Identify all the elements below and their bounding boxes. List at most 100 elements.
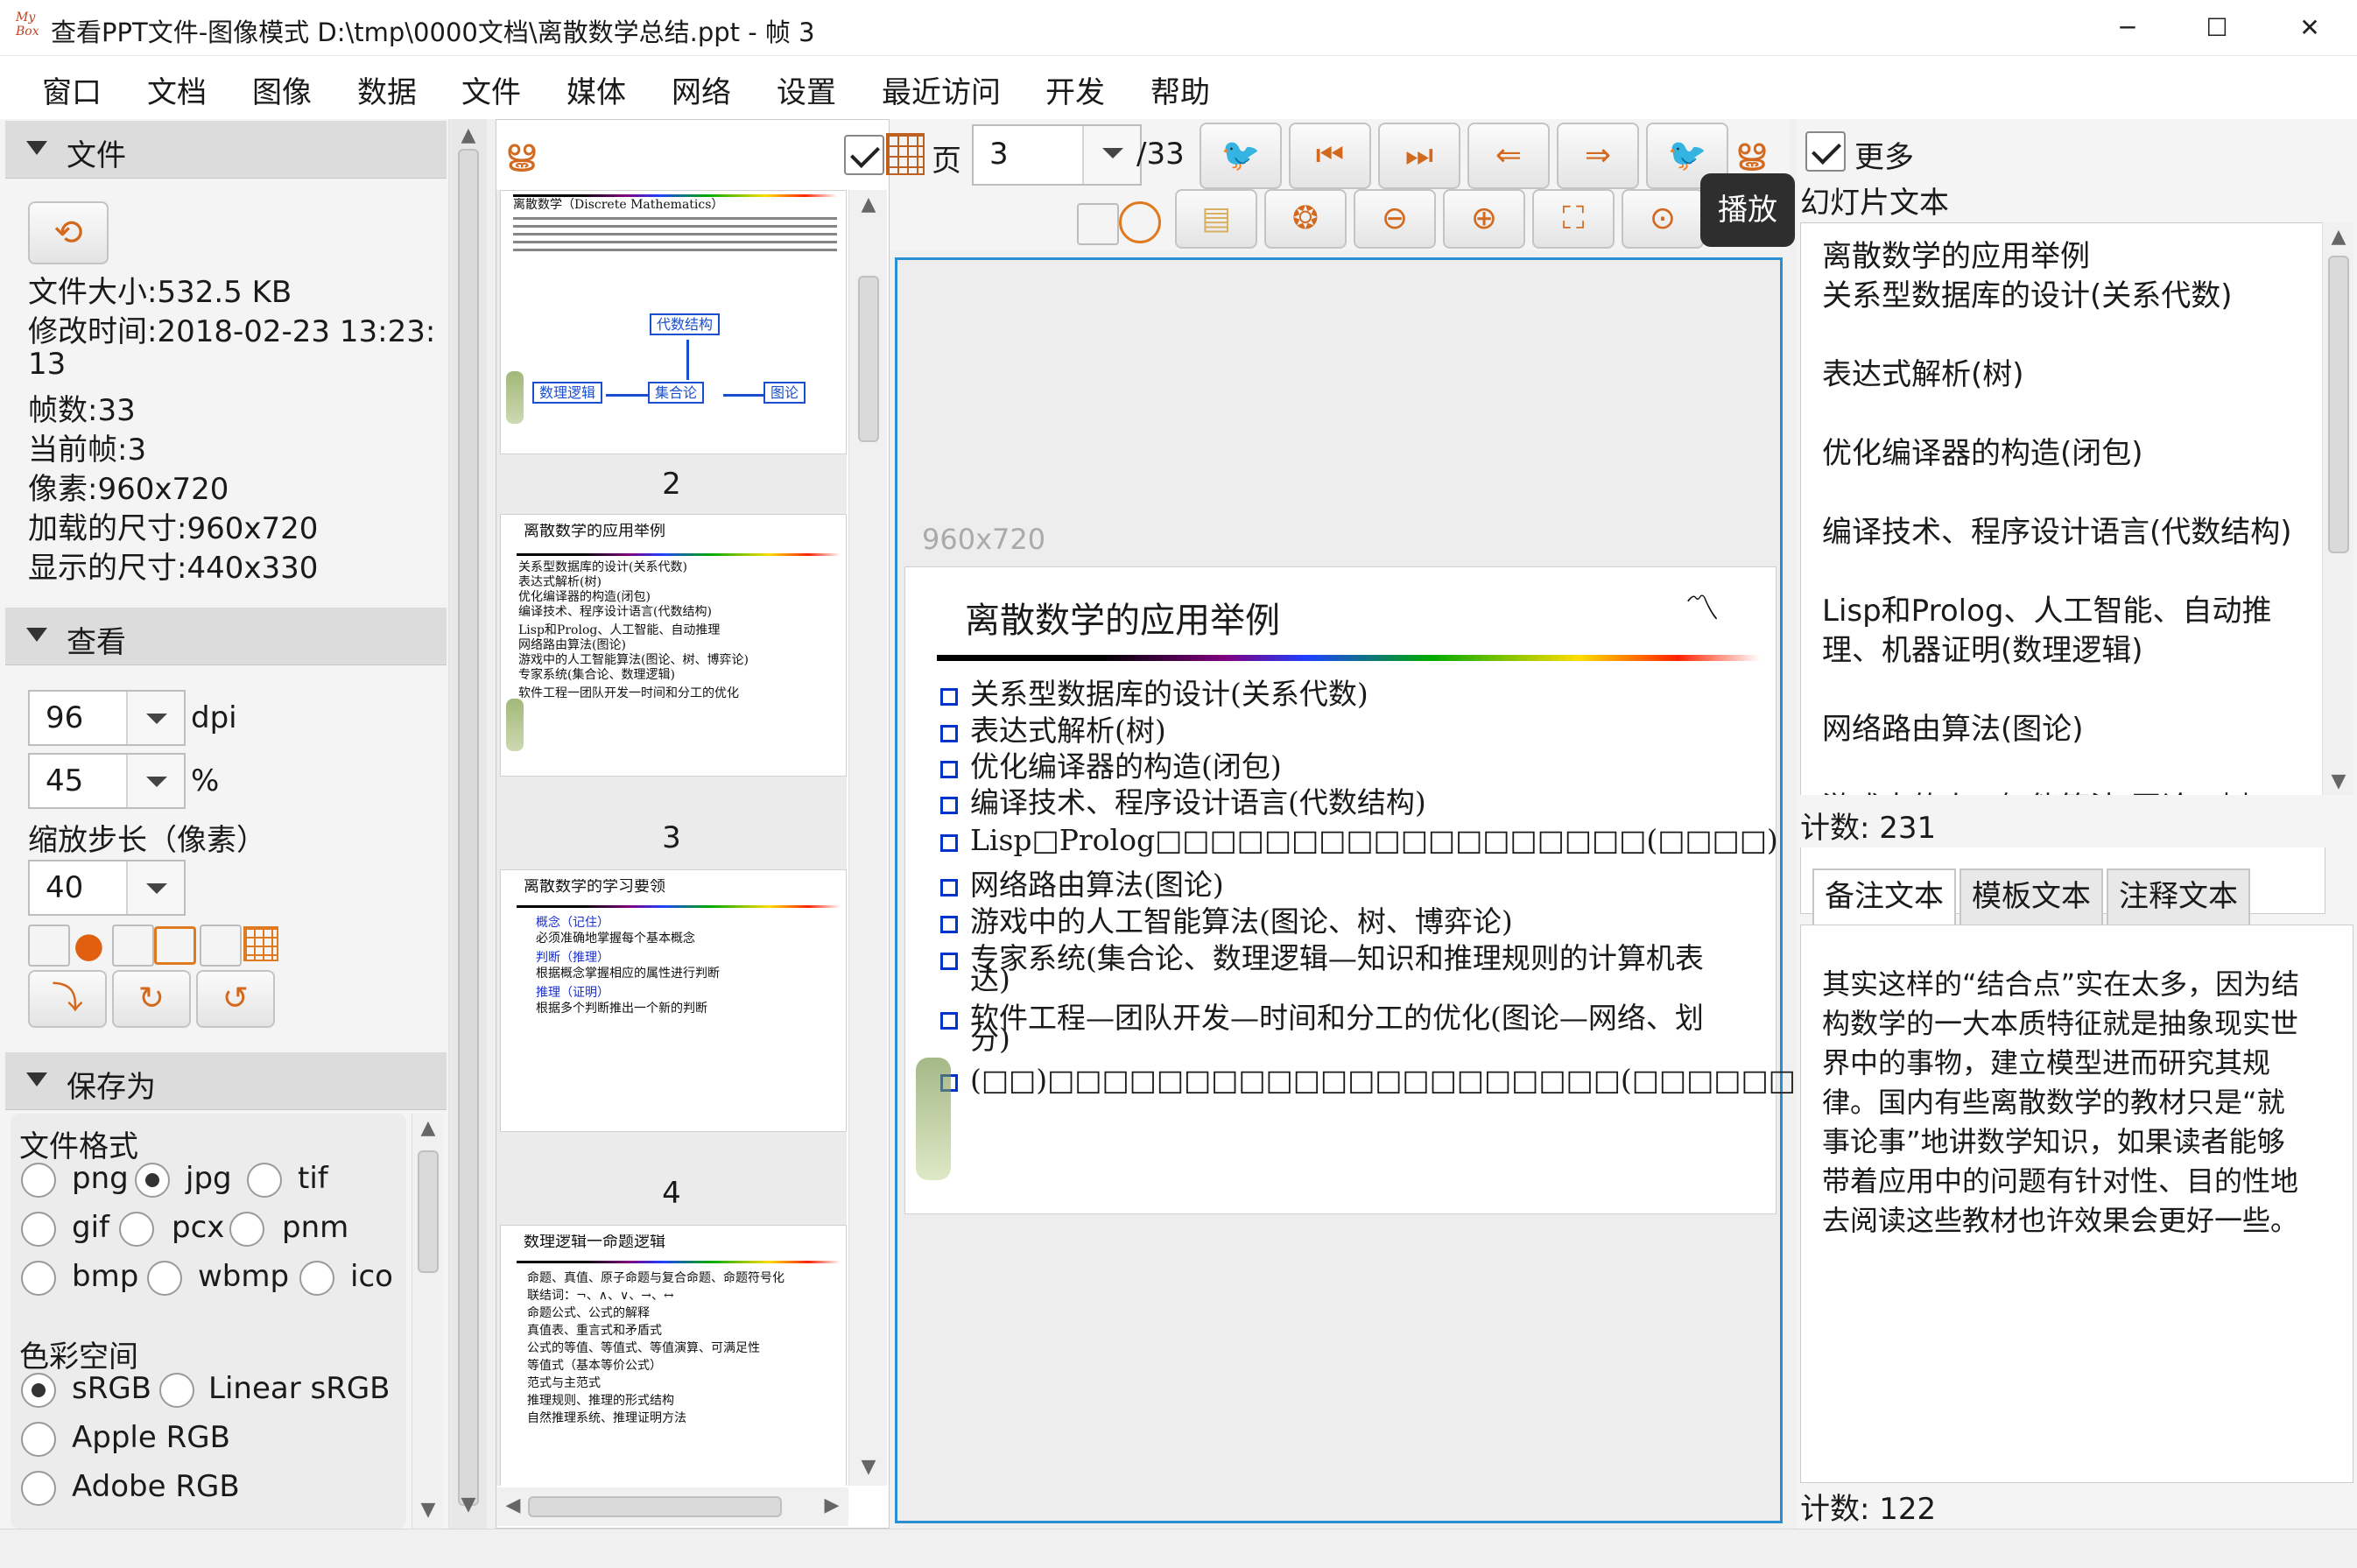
thumbnail-scrollbar-h[interactable]: ◀ ▶ bbox=[496, 1487, 848, 1526]
settings-wheel-button[interactable]: ❂ bbox=[1264, 189, 1347, 249]
chevron-down-icon[interactable] bbox=[126, 861, 184, 914]
notes-count: 计数: 122 bbox=[1800, 1492, 1937, 1527]
colorspace-linear-srgb-radio[interactable] bbox=[159, 1373, 194, 1408]
thumbnail-slide-2[interactable]: 离散数学的应用举例 关系型数据库的设计(关系代数) 表达式解析(树) 优化编译器… bbox=[500, 514, 847, 777]
scroll-down-icon[interactable]: ▼ bbox=[455, 1494, 482, 1515]
note-button[interactable]: ▤ bbox=[1175, 189, 1257, 249]
grid-icon[interactable] bbox=[243, 926, 278, 961]
format-jpg-radio[interactable] bbox=[135, 1163, 170, 1198]
notes-text-area[interactable]: 其实这样的“结合点”实在太多，因为结 构数学的一大本质特征就是抽象现实世 界中的… bbox=[1800, 925, 2353, 1483]
save-scrollbar[interactable]: ▲ ▼ bbox=[412, 1114, 443, 1529]
scroll-thumb[interactable] bbox=[418, 1150, 439, 1273]
menu-media[interactable]: 媒体 bbox=[566, 68, 626, 111]
option-checkbox[interactable] bbox=[112, 925, 154, 967]
scroll-up-icon[interactable]: ▲ bbox=[455, 124, 482, 146]
format-bmp-radio[interactable] bbox=[21, 1261, 56, 1296]
menu-help[interactable]: 帮助 bbox=[1150, 68, 1210, 111]
play-snail-icon[interactable]: ൠ bbox=[1735, 131, 1777, 179]
view-section-header[interactable]: 查看 bbox=[5, 608, 447, 665]
menu-settings[interactable]: 设置 bbox=[777, 68, 836, 111]
menu-recent[interactable]: 最近访问 bbox=[882, 68, 1001, 111]
thumbnail-slide-4[interactable]: 数理逻辑一命题逻辑 命题、真值、原子命题与复合命题、命题符号化 联结词：¬、∧、… bbox=[500, 1225, 847, 1486]
thumbnail-scrollbar-v[interactable]: ▲ ▼ bbox=[848, 190, 887, 1486]
colorspace-adobe-label: Adobe RGB bbox=[72, 1469, 240, 1504]
image-viewer[interactable]: 960x720 离散数学的应用举例 〽 关系型数据库的设计(关系代数) 表达式解… bbox=[895, 257, 1861, 1523]
format-gif-radio[interactable] bbox=[21, 1212, 56, 1247]
chevron-down-icon[interactable] bbox=[126, 755, 184, 807]
file-open-button[interactable]: ⟲ bbox=[28, 201, 109, 264]
format-wbmp-radio[interactable] bbox=[147, 1261, 182, 1296]
option-checkbox[interactable] bbox=[200, 925, 242, 967]
rotate-right-button[interactable]: ↻ bbox=[112, 970, 191, 1028]
rotate-down-button[interactable]: ⤵ bbox=[28, 970, 107, 1028]
thumbnail-grid-icon[interactable] bbox=[886, 133, 925, 175]
scroll-right-icon[interactable]: ▶ bbox=[819, 1494, 845, 1516]
scroll-up-icon[interactable]: ▲ bbox=[2325, 226, 2352, 248]
menu-document[interactable]: 文档 bbox=[147, 68, 207, 111]
last-page-button[interactable]: ⏭ bbox=[1378, 123, 1460, 189]
chevron-down-icon[interactable] bbox=[1082, 126, 1140, 184]
thumbnail-slide-1[interactable]: 离散数学（Discrete Mathematics） 代数结构 数理逻辑 集合论… bbox=[500, 190, 847, 454]
zoom-in-button[interactable]: ⊕ bbox=[1443, 189, 1525, 249]
format-png-radio[interactable] bbox=[21, 1163, 56, 1198]
menu-file[interactable]: 文件 bbox=[461, 68, 521, 111]
scroll-thumb[interactable] bbox=[858, 276, 879, 442]
maximize-button[interactable]: ☐ bbox=[2170, 0, 2264, 56]
next-page-button[interactable]: ⇒ bbox=[1557, 123, 1639, 189]
file-section-header[interactable]: 文件 bbox=[5, 121, 447, 179]
minimize-button[interactable]: ─ bbox=[2080, 0, 2175, 56]
zoom-combo[interactable]: 45 bbox=[28, 753, 186, 809]
menu-develop[interactable]: 开发 bbox=[1045, 68, 1105, 111]
menu-network[interactable]: 网络 bbox=[672, 68, 731, 111]
slide-bullet: Lisp□Prolog□□□□□□□□□□□□□□□□□□(□□□□) bbox=[940, 823, 1778, 857]
target-icon[interactable] bbox=[1119, 201, 1161, 243]
close-button[interactable]: ✕ bbox=[2262, 0, 2357, 56]
format-pnm-radio[interactable] bbox=[229, 1212, 264, 1247]
scroll-thumb[interactable] bbox=[458, 149, 479, 1506]
scroll-down-icon[interactable]: ▼ bbox=[415, 1499, 441, 1521]
arrow-left-icon: ⇐ bbox=[1495, 137, 1523, 173]
tab-template[interactable]: 模板文本 bbox=[1959, 868, 2103, 926]
location-pin-icon[interactable]: ● bbox=[74, 925, 105, 967]
scroll-thumb[interactable] bbox=[2328, 256, 2349, 553]
previous-page-button[interactable]: ⇐ bbox=[1467, 123, 1550, 189]
actual-size-button[interactable]: ⊙ bbox=[1622, 189, 1704, 249]
format-ico-radio[interactable] bbox=[299, 1261, 334, 1296]
scroll-up-icon[interactable]: ▲ bbox=[415, 1117, 441, 1139]
format-tif-radio[interactable] bbox=[247, 1163, 282, 1198]
zoom-step-combo[interactable]: 40 bbox=[28, 860, 186, 916]
snail-logo-icon[interactable]: ൠ bbox=[505, 132, 549, 179]
menu-window[interactable]: 窗口 bbox=[42, 68, 102, 111]
scroll-thumb[interactable] bbox=[528, 1496, 782, 1517]
first-page-button[interactable]: ⏮ bbox=[1289, 123, 1371, 189]
tab-comments[interactable]: 注释文本 bbox=[2107, 868, 2250, 926]
format-pcx-radio[interactable] bbox=[119, 1212, 154, 1247]
page-combo[interactable]: 3 bbox=[972, 124, 1142, 186]
scroll-up-icon[interactable]: ▲ bbox=[855, 193, 882, 215]
slide-text-scrollbar[interactable]: ▲ ▼ bbox=[2322, 222, 2353, 800]
rotate-left-button[interactable]: ↺ bbox=[196, 970, 275, 1028]
scroll-down-icon[interactable]: ▼ bbox=[2325, 770, 2352, 792]
dpi-combo[interactable]: 96 bbox=[28, 690, 186, 746]
menu-image[interactable]: 图像 bbox=[252, 68, 312, 111]
save-section-header[interactable]: 保存为 bbox=[5, 1052, 447, 1110]
thumbnail-slide-3[interactable]: 离散数学的学习要领 概念（记住） 必须准确地掌握每个基本概念 判断（推理） 根据… bbox=[500, 869, 847, 1132]
fit-window-button[interactable]: ⛶ bbox=[1532, 189, 1615, 249]
colorspace-apple-radio[interactable] bbox=[21, 1422, 56, 1457]
tab-notes[interactable]: 备注文本 bbox=[1812, 868, 1956, 926]
chevron-down-icon[interactable] bbox=[126, 692, 184, 744]
zoom-out-button[interactable]: ⊖ bbox=[1354, 189, 1436, 249]
scroll-left-icon[interactable]: ◀ bbox=[500, 1494, 526, 1516]
menu-data[interactable]: 数据 bbox=[357, 68, 417, 111]
ruler-icon[interactable] bbox=[154, 926, 196, 965]
thumbnail-checkbox[interactable] bbox=[844, 135, 884, 175]
more-checkbox[interactable] bbox=[1805, 131, 1846, 172]
thumb-line: 命题公式、公式的解释 bbox=[527, 1306, 650, 1320]
previous-frame-button[interactable]: 🐦 bbox=[1200, 123, 1282, 189]
select-checkbox[interactable] bbox=[1077, 203, 1119, 245]
colorspace-adobe-radio[interactable] bbox=[21, 1471, 56, 1506]
option-checkbox[interactable] bbox=[28, 925, 70, 967]
scroll-down-icon[interactable]: ▼ bbox=[855, 1456, 882, 1478]
left-panel-scrollbar[interactable]: ▲ ▼ bbox=[448, 119, 487, 1529]
colorspace-srgb-radio[interactable] bbox=[21, 1373, 56, 1408]
